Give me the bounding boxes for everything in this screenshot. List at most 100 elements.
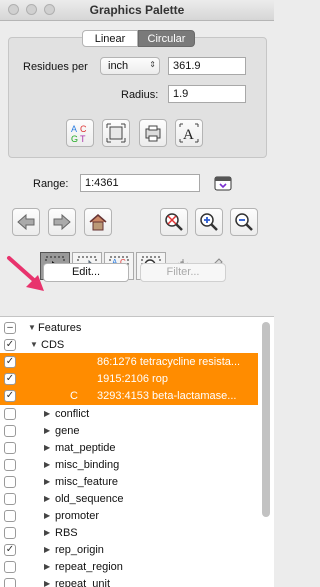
font-icon: A [176,120,202,146]
tree-row-feature-type[interactable]: ✓ ▶ rep_origin [0,541,258,559]
acgt-button[interactable]: ACGT [66,119,94,147]
zoom-out-icon [231,209,257,235]
font-button[interactable]: A [175,119,203,147]
checkbox[interactable] [4,561,16,573]
residues-input[interactable]: 361.9 [168,57,246,75]
row-label: 86:1276 tetracycline resista... [97,356,241,368]
tree-row-cds-item[interactable]: ✓ 86:1276 tetracycline resista... [0,353,258,371]
title-bar: Graphics Palette [0,0,274,21]
calendar-icon[interactable] [214,174,232,191]
print-frame-button[interactable] [139,119,167,147]
disclosure-closed-icon[interactable]: ▶ [44,473,50,491]
tree-row-feature-type[interactable]: ▶ conflict [0,405,258,423]
radius-input[interactable]: 1.9 [168,85,246,103]
tree-row-feature-type[interactable]: ▶ promoter [0,507,258,525]
zoom-in-icon [196,209,222,235]
tree-row-feature-type[interactable]: ▶ gene [0,422,258,440]
checkbox[interactable]: ✓ [4,390,16,402]
unit-value: inch [108,60,129,72]
checkbox[interactable]: ✓ [4,544,16,556]
range-input[interactable]: 1:4361 [80,174,200,192]
zoom-in-button[interactable] [195,208,223,236]
checkbox[interactable]: – [4,322,16,334]
residues-label: Residues per [23,61,88,73]
tree-row-feature-type[interactable]: ▶ mat_peptide [0,439,258,457]
acgt-icon: ACGT [67,120,93,146]
unit-select[interactable]: inch ⇕ [100,57,160,75]
row-label: misc_binding [55,459,120,471]
row-label: rep_origin [55,544,104,556]
checkbox[interactable] [4,527,16,539]
checkbox[interactable] [4,459,16,471]
row-label: conflict [55,408,90,420]
svg-text:A: A [183,127,194,143]
tree-row-feature-type[interactable]: ▶ repeat_region [0,558,258,576]
svg-text:T: T [80,134,86,144]
home-button[interactable] [84,208,112,236]
disclosure-closed-icon[interactable]: ▶ [44,558,50,576]
checkbox[interactable]: ✓ [4,339,16,351]
row-label: 1915:2106 rop [97,373,168,385]
svg-text:C: C [80,124,87,134]
tree-row-feature-type[interactable]: ▶ RBS [0,524,258,542]
checkbox[interactable] [4,425,16,437]
disclosure-closed-icon[interactable]: ▶ [44,490,50,508]
tree-row-feature-type[interactable]: ▶ misc_feature [0,473,258,491]
disclosure-open-icon[interactable]: ▼ [28,319,36,337]
row-label: repeat_region [55,561,123,573]
range-label: Range: [33,178,69,190]
tab-circular[interactable]: Circular [138,30,195,47]
row-label: CDS [41,339,65,351]
disclosure-closed-icon[interactable]: ▶ [44,422,50,440]
edit-button[interactable]: Edit... [43,263,129,282]
fit-frame-button[interactable] [102,119,130,147]
back-button[interactable] [12,208,40,236]
row-label: gene [55,425,80,437]
disclosure-closed-icon[interactable]: ▶ [44,575,50,587]
home-icon [85,209,111,235]
checkbox[interactable] [4,442,16,454]
row-label: repeat_unit [55,578,111,587]
feature-tree: – ▼ Features ✓ ▼ CDS ✓ 86:1276 tetracycline res… [0,316,274,587]
tree-row-features[interactable]: – ▼ Features [0,319,258,337]
checkbox[interactable]: ✓ [4,373,16,385]
checkbox[interactable]: ✓ [4,356,16,368]
zoom-reset-icon [161,209,187,235]
chevron-updown-icon: ⇕ [149,60,156,69]
row-label: Features [38,322,82,334]
disclosure-closed-icon[interactable]: ▶ [44,456,50,474]
disclosure-closed-icon[interactable]: ▶ [44,439,50,457]
disclosure-closed-icon[interactable]: ▶ [44,541,50,559]
frame-icon [103,120,129,146]
window-title: Graphics Palette [89,3,185,17]
checkbox[interactable] [4,476,16,488]
checkbox[interactable] [4,408,16,420]
back-arrow-icon [13,209,39,235]
checkbox[interactable] [4,493,16,505]
tree-row-feature-type[interactable]: ▶ repeat_unit [0,575,258,587]
tree-row-cds[interactable]: ✓ ▼ CDS [0,336,258,354]
tree-row-feature-type[interactable]: ▶ old_sequence [0,490,258,508]
tree-row-cds-item[interactable]: ✓ 1915:2106 rop [0,370,258,388]
tree-row-feature-type[interactable]: ▶ misc_binding [0,456,258,474]
zoom-out-button[interactable] [230,208,258,236]
disclosure-closed-icon[interactable]: ▶ [44,507,50,525]
radius-label: Radius: [121,89,159,101]
scrollbar[interactable] [262,322,270,517]
disclosure-closed-icon[interactable]: ▶ [44,405,50,423]
printer-frame-icon [140,120,166,146]
disclosure-open-icon[interactable]: ▼ [30,336,38,354]
row-label: old_sequence [55,493,124,505]
svg-text:A: A [71,124,77,134]
row-label: mat_peptide [55,442,116,454]
zoom-reset-button[interactable] [160,208,188,236]
filter-button[interactable]: Filter... [140,263,226,282]
row-label: RBS [55,527,78,539]
tree-row-cds-item[interactable]: ✓ C 3293:4153 beta-lactamase... [0,387,258,405]
disclosure-closed-icon[interactable]: ▶ [44,524,50,542]
row-label: promoter [55,510,100,522]
strand-prefix: C [70,390,78,402]
forward-button[interactable] [48,208,76,236]
tab-linear[interactable]: Linear [82,30,138,47]
checkbox[interactable] [4,510,16,522]
